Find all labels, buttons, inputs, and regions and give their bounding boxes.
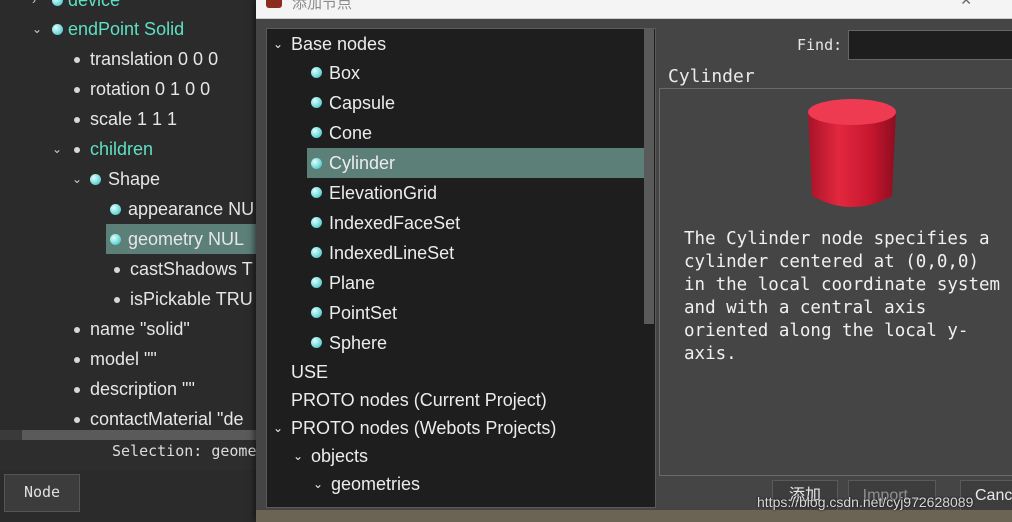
- find-label: Find:: [797, 36, 843, 54]
- node-icon: [311, 97, 322, 108]
- tree-row-translation[interactable]: translation 0 0 0: [0, 44, 260, 74]
- chevron-down-icon[interactable]: ⌄: [273, 30, 283, 58]
- field-bullet-icon: [74, 87, 80, 93]
- chevron-down-icon[interactable]: ⌄: [273, 414, 283, 442]
- tree-row-contactmaterial[interactable]: contactMaterial "de: [0, 404, 260, 430]
- node-type-list[interactable]: ⌄ Base nodes Box Capsule Cone Cylinder E…: [266, 28, 656, 508]
- node-icon: [311, 187, 322, 198]
- dialog-title: 添加节点: [292, 0, 353, 12]
- field-bullet-icon: [74, 327, 80, 333]
- node-icon: [90, 174, 101, 185]
- list-item-plane[interactable]: Plane: [267, 269, 655, 297]
- selection-text: Selection: geome: [112, 442, 257, 460]
- tree-row-geometry[interactable]: geometry NUL: [106, 224, 260, 254]
- chevron-down-icon[interactable]: ⌄: [313, 470, 323, 498]
- list-item-box[interactable]: Box: [267, 59, 655, 87]
- background-strip: [256, 510, 1012, 522]
- tree-row-rotation[interactable]: rotation 0 1 0 0: [0, 74, 260, 104]
- tree-row-shape[interactable]: ⌄ Shape: [0, 164, 260, 194]
- field-bullet-icon: [114, 297, 120, 303]
- tree-horizontal-scrollbar[interactable]: [0, 430, 260, 440]
- node-icon: [311, 158, 322, 169]
- tree-row-castshadows[interactable]: castShadows T: [0, 254, 260, 284]
- tree-row-ispickable[interactable]: isPickable TRU: [0, 284, 260, 314]
- list-item-proto-webots[interactable]: ⌄ PROTO nodes (Webots Projects): [267, 414, 655, 442]
- list-item-indexedfaceset[interactable]: IndexedFaceSet: [267, 209, 655, 237]
- tree-row-children[interactable]: ⌄ children: [0, 134, 260, 164]
- tree-row-device[interactable]: › device: [0, 0, 260, 15]
- field-bullet-icon: [114, 267, 120, 273]
- list-item-cone[interactable]: Cone: [267, 119, 655, 147]
- watermark-text: https://blog.csdn.net/cyj972628089: [757, 494, 974, 510]
- tree-row-name[interactable]: name "solid": [0, 314, 260, 344]
- node-icon: [52, 24, 63, 35]
- scene-tree-panel: › device ⌄ endPoint Solid translation 0 …: [0, 0, 260, 430]
- node-icon: [110, 234, 121, 245]
- chevron-right-icon[interactable]: ›: [32, 0, 44, 15]
- field-bullet-icon: [74, 387, 80, 393]
- list-item-cylinder[interactable]: Cylinder: [307, 148, 645, 178]
- list-item-capsule[interactable]: Capsule: [267, 89, 655, 117]
- node-icon: [311, 277, 322, 288]
- app-icon: [266, 0, 282, 8]
- field-bullet-icon: [74, 417, 80, 423]
- list-item-proto-current[interactable]: PROTO nodes (Current Project): [267, 386, 655, 414]
- list-vertical-scrollbar[interactable]: [644, 28, 654, 324]
- dialog-titlebar[interactable]: 添加节点 ✕: [256, 0, 1012, 19]
- node-icon: [311, 217, 322, 228]
- node-icon: [311, 127, 322, 138]
- field-bullet-icon: [74, 117, 80, 123]
- node-icon: [52, 0, 63, 6]
- list-item-objects[interactable]: ⌄ objects: [267, 442, 655, 470]
- close-icon[interactable]: ✕: [960, 0, 972, 9]
- node-icon: [110, 204, 121, 215]
- list-item-geometries[interactable]: ⌄ geometries: [267, 470, 655, 498]
- tree-row-model[interactable]: model "": [0, 344, 260, 374]
- selection-bar: Selection: geome: [0, 440, 260, 470]
- node-icon: [311, 307, 322, 318]
- tree-row-description[interactable]: description "": [0, 374, 260, 404]
- list-item-sphere[interactable]: Sphere: [267, 329, 655, 357]
- preview-title: Cylinder: [662, 66, 761, 87]
- node-icon: [311, 247, 322, 258]
- list-item-pointset[interactable]: PointSet: [267, 299, 655, 327]
- list-item-use[interactable]: USE: [267, 358, 655, 386]
- tree-row-scale[interactable]: scale 1 1 1: [0, 104, 260, 134]
- node-icon: [311, 67, 322, 78]
- find-input[interactable]: [848, 30, 1012, 60]
- add-node-dialog: 添加节点 ✕ ⌄ Base nodes Box Capsule Cone Cyl…: [256, 0, 1012, 522]
- field-bullet-icon: [74, 57, 80, 63]
- list-item-indexedlineset[interactable]: IndexedLineSet: [267, 239, 655, 267]
- chevron-down-icon[interactable]: ⌄: [72, 164, 84, 194]
- chevron-down-icon[interactable]: ⌄: [52, 134, 64, 164]
- tree-row-endpoint-solid[interactable]: ⌄ endPoint Solid: [0, 14, 260, 44]
- chevron-down-icon[interactable]: ⌄: [293, 442, 303, 470]
- node-tab[interactable]: Node: [4, 474, 80, 512]
- field-bullet-icon: [74, 357, 80, 363]
- cylinder-preview-image: [808, 99, 896, 207]
- chevron-down-icon[interactable]: ⌄: [32, 14, 44, 44]
- tree-row-appearance[interactable]: appearance NU: [0, 194, 260, 224]
- scrollbar-thumb[interactable]: [22, 430, 260, 440]
- node-icon: [311, 337, 322, 348]
- field-bullet-icon: [74, 147, 80, 153]
- list-item-base-nodes[interactable]: ⌄ Base nodes: [267, 30, 655, 58]
- list-item-elevationgrid[interactable]: ElevationGrid: [267, 179, 655, 207]
- node-description: The Cylinder node specifies a cylinder c…: [684, 229, 1001, 364]
